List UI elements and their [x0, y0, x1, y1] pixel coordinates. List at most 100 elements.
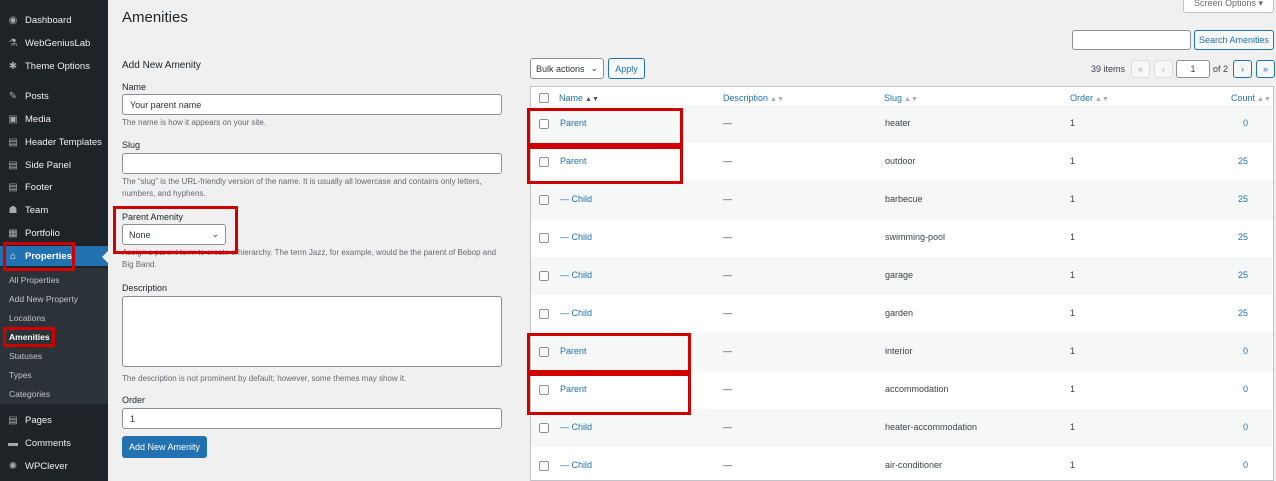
- term-count-link[interactable]: 25: [1238, 308, 1248, 318]
- term-count-link[interactable]: 0: [1243, 384, 1248, 394]
- sidebar-item-dashboard[interactable]: ◉ Dashboard: [0, 10, 108, 30]
- term-name-link[interactable]: — Child: [560, 232, 592, 242]
- sidebar-item-label: WebGeniusLab: [25, 37, 91, 49]
- term-name-link[interactable]: Parent: [560, 384, 587, 394]
- row-checkbox[interactable]: [539, 385, 549, 395]
- sidebar-item-theme-options[interactable]: ✱ Theme Options: [0, 56, 108, 76]
- column-order[interactable]: Order ▲▼: [1070, 93, 1109, 103]
- sidebar-item-portfolio[interactable]: ▦ Portfolio: [0, 223, 108, 243]
- row-checkbox[interactable]: [539, 195, 549, 205]
- current-page-input[interactable]: 1: [1176, 60, 1210, 78]
- search-amenities-button[interactable]: Search Amenities: [1194, 30, 1274, 50]
- row-checkbox[interactable]: [539, 461, 549, 471]
- column-description[interactable]: Description ▲▼: [723, 93, 784, 103]
- sidebar-item-webgeniuslab[interactable]: ⚗ WebGeniusLab: [0, 33, 108, 53]
- search-input[interactable]: [1072, 30, 1191, 50]
- term-name-link[interactable]: Parent: [560, 346, 587, 356]
- sidebar-item-posts[interactable]: ✎ Posts: [0, 86, 108, 106]
- apply-button[interactable]: Apply: [608, 58, 645, 79]
- term-count-link[interactable]: 25: [1238, 156, 1248, 166]
- term-slug: air-conditioner: [885, 460, 943, 470]
- term-count-link[interactable]: 0: [1243, 460, 1248, 470]
- order-input[interactable]: [122, 408, 502, 429]
- term-slug: barbecue: [885, 194, 923, 204]
- sidebar-item-footer[interactable]: ▤ Footer: [0, 177, 108, 197]
- column-name[interactable]: Name ▲▼: [559, 93, 599, 103]
- name-input[interactable]: [122, 94, 502, 115]
- term-slug: garden: [885, 308, 914, 318]
- sidebar-item-media[interactable]: ▣ Media: [0, 109, 108, 129]
- sidebar-item-label: WPClever: [25, 460, 68, 472]
- description-textarea[interactable]: [122, 296, 502, 367]
- term-slug: interior: [885, 346, 913, 356]
- term-description: —: [723, 460, 732, 470]
- description-hint: The description is not prominent by defa…: [122, 374, 407, 383]
- select-all-checkbox[interactable]: [539, 93, 549, 103]
- term-name-link[interactable]: — Child: [560, 308, 592, 318]
- row-checkbox[interactable]: [539, 423, 549, 433]
- sidebar-item-side-panel[interactable]: ▤ Side Panel: [0, 155, 108, 175]
- sidebar-item-team[interactable]: ☗ Team: [0, 200, 108, 220]
- term-name-link[interactable]: Parent: [560, 156, 587, 166]
- submenu-all-properties[interactable]: All Properties: [9, 275, 60, 285]
- term-order: 1: [1070, 422, 1076, 432]
- total-pages: of 2: [1213, 64, 1229, 74]
- slug-input[interactable]: [122, 153, 502, 174]
- parent-description: Assign a parent term to create a hierarc…: [122, 248, 497, 269]
- row-checkbox[interactable]: [539, 309, 549, 319]
- column-count[interactable]: Count ▲▼: [1231, 93, 1271, 103]
- term-count-link[interactable]: 25: [1238, 232, 1248, 242]
- submenu-add-new-property[interactable]: Add New Property: [9, 294, 78, 304]
- row-checkbox[interactable]: [539, 157, 549, 167]
- parent-amenity-select[interactable]: None ⌄: [122, 224, 226, 245]
- table-row: — Child — barbecue 1 25: [531, 181, 1273, 219]
- term-description: —: [723, 384, 732, 394]
- term-count-link[interactable]: 0: [1243, 422, 1248, 432]
- team-icon: ☗: [8, 204, 18, 216]
- term-description: —: [723, 422, 732, 432]
- term-name-link[interactable]: Parent: [560, 118, 587, 128]
- term-name-link[interactable]: — Child: [560, 422, 592, 432]
- sidebar-item-label: Footer: [25, 181, 53, 193]
- submenu-locations[interactable]: Locations: [9, 313, 45, 323]
- sidebar-item-comments[interactable]: ▬ Comments: [0, 433, 108, 453]
- sidebar-item-label: Portfolio: [25, 227, 60, 239]
- bulk-actions-label: Bulk actions: [536, 63, 585, 74]
- sidebar-item-properties[interactable]: ⌂ Properties: [0, 246, 108, 266]
- row-checkbox[interactable]: [539, 271, 549, 281]
- sidebar-item-wpclever[interactable]: ✺ WPClever: [0, 456, 108, 476]
- add-new-amenity-button[interactable]: Add New Amenity: [122, 436, 207, 458]
- term-name-link[interactable]: — Child: [560, 460, 592, 470]
- table-row: Parent — accommodation 1 0: [531, 371, 1273, 409]
- sidebar-item-label: Header Templates: [25, 136, 102, 148]
- sidebar-item-header-templates[interactable]: ▤ Header Templates: [0, 132, 108, 152]
- term-count-link[interactable]: 25: [1238, 270, 1248, 280]
- home-icon: ⌂: [9, 250, 17, 262]
- term-name-link[interactable]: — Child: [560, 194, 592, 204]
- row-checkbox[interactable]: [539, 347, 549, 357]
- submenu-statuses[interactable]: Statuses: [9, 351, 42, 361]
- term-order: 1: [1070, 460, 1076, 470]
- term-count-link[interactable]: 0: [1243, 118, 1248, 128]
- sidebar-item-pages[interactable]: ▤ Pages: [0, 410, 108, 430]
- term-slug: garage: [885, 270, 914, 280]
- submenu-types[interactable]: Types: [9, 370, 32, 380]
- portfolio-icon: ▦: [8, 227, 18, 239]
- row-checkbox[interactable]: [539, 119, 549, 129]
- term-count-link[interactable]: 0: [1243, 346, 1248, 356]
- term-slug: outdoor: [885, 156, 916, 166]
- flask-icon: ⚗: [8, 37, 18, 49]
- column-slug[interactable]: Slug ▲▼: [884, 93, 918, 103]
- page-title: Amenities: [122, 9, 188, 26]
- term-count-link[interactable]: 25: [1238, 194, 1248, 204]
- last-page-button[interactable]: »: [1256, 60, 1275, 78]
- row-checkbox[interactable]: [539, 233, 549, 243]
- next-page-button[interactable]: ›: [1233, 60, 1252, 78]
- term-name-link[interactable]: — Child: [560, 270, 592, 280]
- bulk-actions-select[interactable]: Bulk actions ⌄: [530, 58, 604, 79]
- submenu-amenities[interactable]: Amenities: [9, 332, 50, 342]
- sun-icon: ✺: [8, 460, 18, 472]
- submenu-categories[interactable]: Categories: [9, 389, 50, 399]
- properties-submenu: All Properties Add New Property Location…: [0, 268, 108, 404]
- screen-options-button[interactable]: Screen Options ▾: [1183, 0, 1274, 13]
